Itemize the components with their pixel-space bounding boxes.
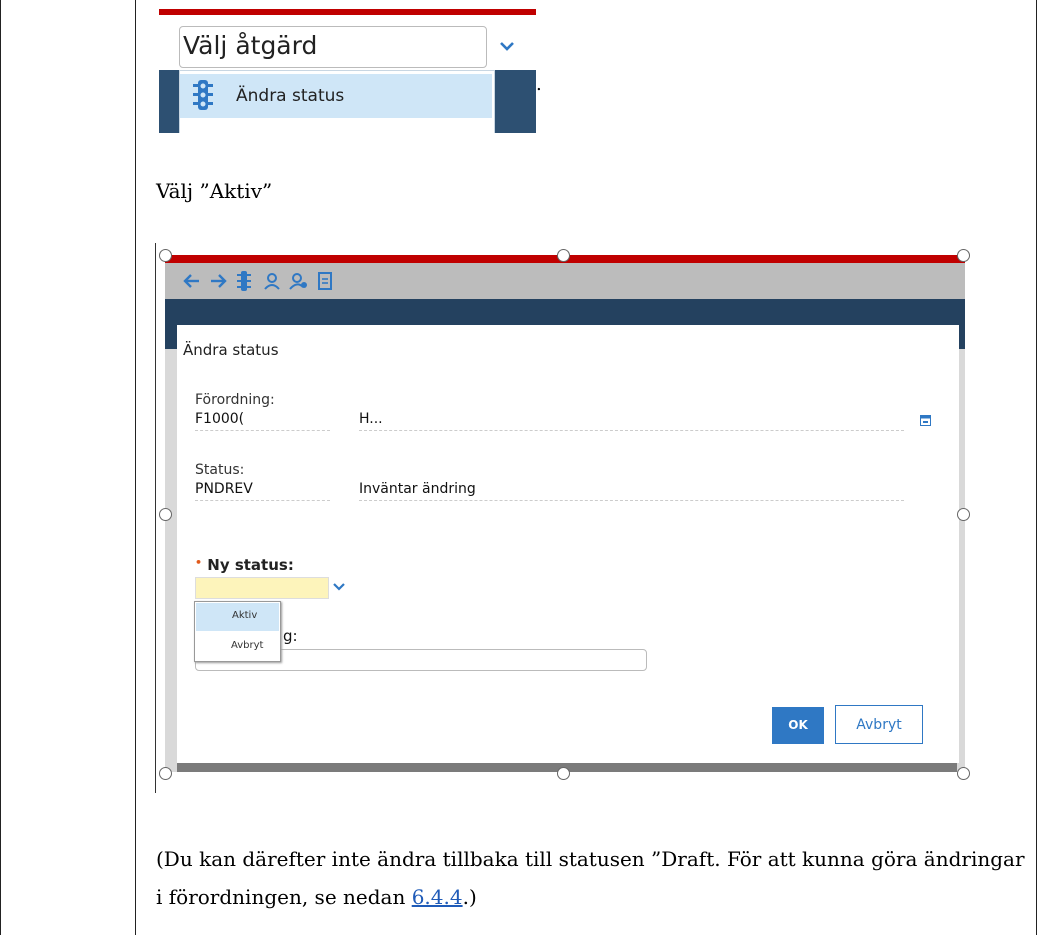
header-red-bar (159, 9, 536, 15)
partial-label: g: (283, 627, 298, 645)
resize-handle[interactable] (957, 249, 970, 262)
section-link[interactable]: 6.4.4 (412, 885, 463, 909)
resize-handle[interactable] (159, 767, 172, 780)
cancel-button[interactable]: Avbryt (835, 705, 923, 744)
resize-handle[interactable] (557, 249, 570, 262)
trailing-mark: . (536, 74, 542, 95)
dialog-title: Ändra status (183, 341, 279, 359)
chevron-down-icon[interactable] (333, 582, 345, 592)
arrow-right-icon[interactable] (209, 273, 227, 289)
action-select-label: Välj åtgärd (183, 31, 318, 60)
note-text-end: .) (462, 885, 477, 909)
new-status-label-text: Ny status: (207, 556, 294, 574)
background-panel-left (165, 349, 177, 772)
image-left-edge (155, 243, 156, 793)
user-settings-icon[interactable] (289, 272, 309, 290)
ok-button[interactable]: OK (772, 707, 824, 744)
divider (359, 430, 904, 431)
resize-handle[interactable] (957, 767, 970, 780)
traffic-light-icon[interactable] (237, 270, 251, 292)
required-marker: • (195, 556, 203, 569)
divider (359, 500, 904, 501)
new-status-dropdown: Aktiv Avbryt (194, 601, 281, 662)
calendar-icon[interactable] (920, 415, 931, 426)
status-description: Inväntar ändring (359, 481, 476, 497)
resize-handle[interactable] (159, 249, 172, 262)
new-status-label: • Ny status: (195, 556, 294, 574)
resize-handle[interactable] (159, 508, 172, 521)
forordning-description: H... (359, 411, 383, 427)
forordning-code: F1000( (195, 411, 245, 427)
status-label: Status: (195, 462, 245, 478)
user-icon[interactable] (263, 272, 281, 290)
forordning-label: Förordning: (195, 392, 275, 408)
status-code: PNDREV (195, 481, 253, 497)
option-aktiv[interactable]: Aktiv (232, 610, 257, 621)
resize-handle[interactable] (557, 767, 570, 780)
table-column-divider (135, 0, 136, 935)
change-status-screenshot: Ändra status Förordning: F1000( H... Sta… (165, 255, 965, 772)
toolbar (165, 263, 965, 299)
chevron-down-icon[interactable] (499, 38, 515, 54)
table-border-right (1036, 0, 1037, 935)
change-status-dialog: Ändra status Förordning: F1000( H... Sta… (177, 325, 959, 763)
resize-handle[interactable] (957, 508, 970, 521)
divider (195, 500, 330, 501)
action-select-screenshot: Välj åtgärd Ändra status (159, 0, 536, 133)
table-border-left (0, 0, 1, 935)
note-paragraph: (Du kan därefter inte ändra tillbaka til… (156, 840, 1036, 916)
document-icon[interactable] (318, 272, 332, 290)
note-text: (Du kan därefter inte ändra tillbaka til… (156, 847, 1025, 909)
arrow-left-icon[interactable] (183, 273, 201, 289)
option-avbryt[interactable]: Avbryt (231, 640, 263, 651)
new-status-select[interactable] (195, 577, 329, 599)
divider (195, 430, 330, 431)
traffic-light-icon (193, 80, 213, 110)
instruction-text: Välj ”Aktiv” (156, 179, 273, 203)
dropdown-option-label: Ändra status (236, 86, 345, 106)
